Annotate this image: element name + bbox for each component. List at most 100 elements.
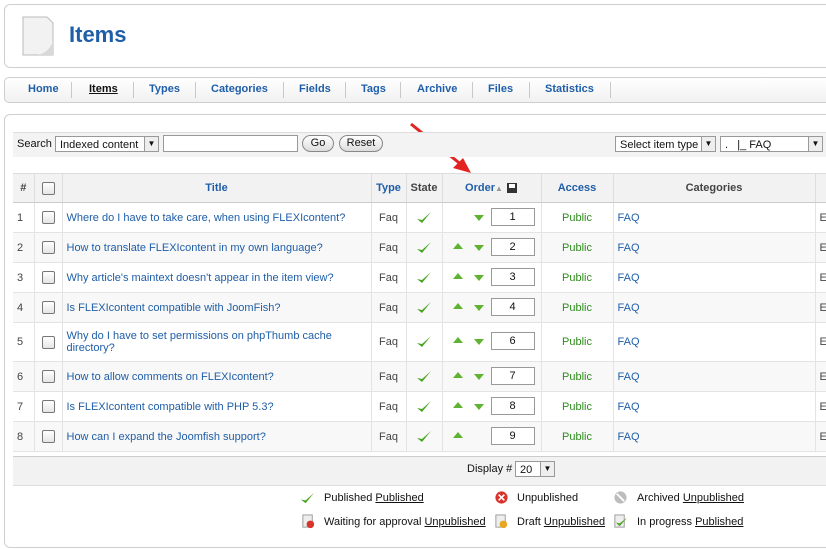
menu-types[interactable]: Types (149, 83, 180, 95)
menu-statistics[interactable]: Statistics (545, 83, 594, 95)
item-type-select[interactable]: Select item type ▼ (615, 136, 716, 152)
published-check-icon[interactable] (416, 335, 432, 349)
row-state-cell (406, 292, 443, 323)
move-up-icon[interactable] (452, 401, 463, 408)
legend-published-link[interactable]: Published (375, 492, 423, 504)
row-access-link[interactable]: Public (541, 202, 614, 233)
legend-archived-link[interactable]: Unpublished (683, 492, 744, 504)
row-access-link[interactable]: Public (541, 421, 614, 452)
row-category-link[interactable]: FAQ (613, 262, 816, 293)
published-check-icon[interactable] (416, 301, 432, 315)
order-input[interactable]: 1 (490, 207, 535, 226)
display-count-select[interactable]: 20 ▼ (515, 461, 555, 477)
row-access-link[interactable]: Public (541, 361, 614, 392)
move-up-icon[interactable] (452, 337, 463, 343)
row-category-link[interactable]: FAQ (613, 202, 816, 233)
move-up-icon[interactable] (452, 302, 463, 309)
legend-waiting: Waiting for approval Unpublished (324, 516, 486, 528)
order-input[interactable]: 9 (490, 426, 535, 445)
move-down-icon[interactable] (473, 339, 484, 345)
col-header-order[interactable]: Order▲ (442, 173, 542, 203)
row-checkbox[interactable] (41, 430, 55, 443)
row-title-link[interactable]: How to allow comments on FLEXIcontent? (62, 361, 372, 392)
move-up-icon[interactable] (452, 242, 463, 249)
page-document-icon (22, 16, 54, 56)
row-category-link[interactable]: FAQ (613, 322, 816, 362)
row-access-link[interactable]: Public (541, 232, 614, 263)
row-category-link[interactable]: FAQ (613, 361, 816, 392)
move-down-icon[interactable] (473, 373, 484, 380)
legend-draft-link[interactable]: Unpublished (544, 516, 605, 528)
published-check-icon[interactable] (416, 400, 432, 414)
row-title-link[interactable]: Is FLEXIcontent compatible with JoomFish… (62, 292, 372, 323)
published-check-icon[interactable] (416, 211, 432, 225)
move-up-icon[interactable] (452, 431, 463, 438)
move-down-icon[interactable] (473, 403, 484, 410)
published-check-icon[interactable] (416, 271, 432, 285)
row-checkbox[interactable] (41, 211, 55, 224)
row-title-link[interactable]: Is FLEXIcontent compatible with PHP 5.3? (62, 391, 372, 422)
order-input[interactable]: 8 (490, 396, 535, 415)
col-header-access[interactable]: Access (541, 173, 614, 203)
move-up-icon[interactable] (452, 272, 463, 279)
menu-tags[interactable]: Tags (361, 83, 386, 95)
menu-categories[interactable]: Categories (211, 83, 268, 95)
menu-files[interactable]: Files (488, 83, 513, 95)
category-select[interactable]: . |_ FAQ ▼ (720, 136, 823, 152)
row-category-link[interactable]: FAQ (613, 421, 816, 452)
move-up-icon[interactable] (452, 371, 463, 378)
legend-inprogress-link[interactable]: Published (695, 516, 743, 528)
row-checkbox[interactable] (41, 370, 55, 383)
row-num: 8 (13, 421, 35, 452)
order-input[interactable]: 3 (490, 267, 535, 286)
row-access-link[interactable]: Public (541, 391, 614, 422)
legend-draft: Draft Unpublished (517, 516, 605, 528)
row-title-link[interactable]: How to translate FLEXIcontent in my own … (62, 232, 372, 263)
row-type: Faq (371, 361, 407, 392)
search-scope-select[interactable]: Indexed content ▼ (55, 136, 159, 152)
menu-archive[interactable]: Archive (417, 83, 457, 95)
move-down-icon[interactable] (473, 244, 484, 251)
row-checkbox[interactable] (41, 241, 55, 254)
reset-button[interactable]: Reset (339, 135, 383, 152)
order-input[interactable]: 7 (490, 366, 535, 385)
col-header-type[interactable]: Type (371, 173, 407, 203)
row-state-cell (406, 421, 443, 452)
row-checkbox[interactable] (41, 271, 55, 284)
published-check-icon[interactable] (416, 241, 432, 255)
row-category-link[interactable]: FAQ (613, 232, 816, 263)
col-header-title[interactable]: Title (62, 173, 372, 203)
save-order-icon[interactable] (506, 182, 518, 194)
table-row: 1 Where do I have to take care, when usi… (13, 202, 826, 233)
row-title-link[interactable]: How can I expand the Joomfish support? (62, 421, 372, 452)
row-title-link[interactable]: Why do I have to set permissions on phpT… (62, 322, 372, 362)
move-down-icon[interactable] (473, 304, 484, 311)
published-check-icon[interactable] (416, 370, 432, 384)
row-access-link[interactable]: Public (541, 262, 614, 293)
row-title-link[interactable]: Why article's maintext doesn't appear in… (62, 262, 372, 293)
order-input[interactable]: 2 (490, 237, 535, 256)
row-checkbox[interactable] (41, 301, 55, 314)
row-category-link[interactable]: FAQ (613, 391, 816, 422)
published-check-icon[interactable] (416, 430, 432, 444)
select-all-checkbox[interactable] (41, 181, 55, 195)
row-access-link[interactable]: Public (541, 292, 614, 323)
row-access-link[interactable]: Public (541, 322, 614, 362)
row-title-link[interactable]: Where do I have to take care, when using… (62, 202, 372, 233)
legend-waiting-link[interactable]: Unpublished (424, 516, 485, 528)
move-down-icon[interactable] (473, 214, 484, 221)
dropdown-arrow-icon: ▼ (144, 137, 158, 151)
row-checkbox[interactable] (41, 400, 55, 413)
go-button[interactable]: Go (302, 135, 334, 152)
menu-home[interactable]: Home (28, 83, 59, 95)
menu-items[interactable]: Items (89, 83, 118, 95)
search-input[interactable] (163, 135, 298, 152)
row-category-link[interactable]: FAQ (613, 292, 816, 323)
menu-fields[interactable]: Fields (299, 83, 331, 95)
order-input[interactable]: 6 (490, 332, 535, 350)
order-input[interactable]: 4 (490, 297, 535, 316)
col-header-state: State (406, 173, 443, 203)
row-order-cell: 9 (442, 421, 542, 452)
row-checkbox[interactable] (41, 335, 55, 349)
move-down-icon[interactable] (473, 274, 484, 281)
